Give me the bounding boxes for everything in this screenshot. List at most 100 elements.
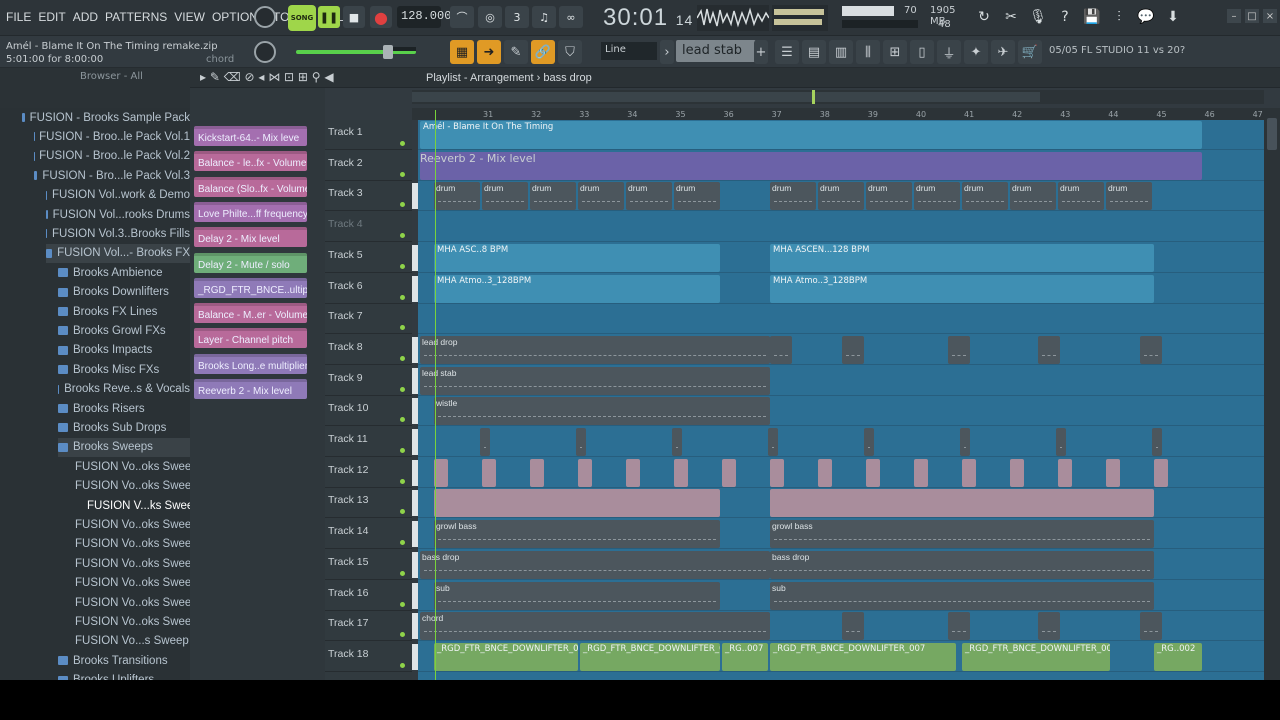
sample-clip[interactable]	[1154, 458, 1168, 487]
track-header[interactable]: Track 12	[325, 458, 418, 488]
track-enable-led[interactable]	[400, 233, 405, 239]
tempo-display[interactable]: 128.000	[397, 6, 451, 28]
playlist-track-lane[interactable]: lead stab	[418, 366, 1264, 396]
pattern-clip[interactable]: bass drop	[770, 550, 1154, 579]
sample-clip[interactable]	[818, 458, 832, 487]
pattern-clip[interactable]: drum	[434, 182, 480, 211]
loop-record-icon[interactable]: ∞	[559, 6, 583, 28]
playlist-track-lane[interactable]	[418, 427, 1264, 457]
clip-source-item[interactable]: Balance - le..fx - Volume	[194, 151, 307, 172]
pattern-clip[interactable]	[1056, 428, 1066, 456]
pattern-clip[interactable]	[948, 612, 970, 641]
plug-icon[interactable]: ⏚	[937, 40, 961, 64]
pattern-clip[interactable]	[1140, 612, 1162, 641]
track-header[interactable]: Track 11	[325, 427, 418, 457]
browser-item[interactable]: FUSION Vo..oks Sweep 8	[70, 593, 190, 612]
metronome-icon[interactable]: ⌒	[450, 6, 474, 28]
playlist-track-lane[interactable]: growl bass growl bass	[418, 519, 1264, 550]
pattern-clip[interactable]	[770, 335, 792, 364]
audio-clip[interactable]: MHA ASCEN...128 BPM	[770, 243, 1154, 272]
add-pattern-icon[interactable]: +	[754, 40, 768, 64]
track-enable-led[interactable]	[400, 662, 405, 668]
track-enable-led[interactable]	[400, 632, 405, 638]
browser-item[interactable]: FUSION Vo..oks Sweep 4	[70, 515, 190, 534]
pattern-clip[interactable]: drum	[482, 182, 528, 211]
clip-source-item[interactable]: Balance (Slo..fx - Volume	[194, 176, 307, 197]
track-header[interactable]: Track 2	[325, 151, 412, 181]
browser-item[interactable]: FUSION Vol...- Brooks FX	[46, 243, 190, 263]
browser-item[interactable]: Brooks Impacts	[58, 341, 190, 360]
typing-keyboard-icon[interactable]: ♫	[532, 6, 556, 28]
playlist-track-lane[interactable]: drum drum drum drum drum drum drum drum drum drum…	[418, 181, 1264, 212]
menu-edit[interactable]: EDIT	[38, 10, 65, 24]
track-header[interactable]: Track 14	[325, 519, 418, 550]
pattern-clip[interactable]	[960, 428, 970, 456]
playlist-track-lane[interactable]: MHA ASC..8 BPM MHA ASCEN...128 BPM	[418, 243, 1264, 273]
sample-clip[interactable]	[1106, 458, 1120, 487]
browser-item[interactable]: FUSION Vol...rooks Drums	[46, 205, 190, 224]
audio-clip[interactable]: _RG..002	[1154, 642, 1202, 671]
sample-clip[interactable]	[674, 458, 688, 487]
playlist-track-lane[interactable]	[418, 212, 1264, 243]
download-icon[interactable]: ⬇	[1162, 6, 1184, 28]
track-header[interactable]: Track 13	[325, 488, 418, 519]
pattern-clip[interactable]	[576, 428, 586, 456]
clip-source-item[interactable]: Layer - Channel pitch	[194, 328, 307, 349]
pattern-clip[interactable]: drum	[1010, 182, 1056, 211]
browser-item[interactable]: FUSION Vo..oks Sweep 6	[70, 554, 190, 573]
pattern-clip[interactable]: wistle	[434, 397, 770, 426]
sample-clip[interactable]	[914, 458, 928, 487]
pattern-clip[interactable]: drum	[1106, 182, 1152, 211]
browser-item[interactable]: FUSION - Broo..le Pack Vol.2	[34, 147, 190, 166]
playlist-track-lane[interactable]: _RGD_FTR_BNCE_DOWNLIFTER_0 _RGD_FTR_BNCE_…	[418, 642, 1264, 672]
tools-icon[interactable]: ✦	[964, 40, 988, 64]
track-header[interactable]: Track 3	[325, 181, 418, 212]
browser-item[interactable]: FUSION Vo...s Sweep 10	[70, 632, 190, 651]
pattern-clip[interactable]: lead drop	[420, 335, 770, 364]
pattern-clip[interactable]	[480, 428, 490, 456]
help-icon[interactable]: ?	[1054, 6, 1076, 28]
output-icon[interactable]: ✈	[991, 40, 1015, 64]
browser-item[interactable]: FUSION - Brooks Sample Pack	[22, 108, 190, 127]
browser-item[interactable]: FUSION Vol.3..Brooks Fills	[46, 224, 190, 243]
pattern-clip[interactable]: sub	[770, 581, 1154, 610]
stop-button[interactable]: ■	[343, 6, 365, 28]
track-enable-led[interactable]	[400, 478, 405, 484]
pattern-clip[interactable]: bass drop	[420, 550, 770, 579]
playhead[interactable]	[435, 110, 436, 680]
playlist-icon[interactable]: ☰	[775, 40, 799, 64]
track-header[interactable]: Track 8	[325, 335, 418, 365]
pattern-clip[interactable]	[1152, 428, 1162, 456]
browser-item[interactable]: Brooks Reve..s & Vocals	[58, 380, 190, 399]
master-pitch-knob[interactable]	[254, 41, 276, 63]
clip-source-item[interactable]: Balance - M..er - Volume	[194, 303, 307, 324]
pattern-clip[interactable]: growl bass	[770, 520, 1154, 549]
browser-item[interactable]: Brooks Risers	[58, 399, 190, 418]
sample-clip[interactable]	[578, 458, 592, 487]
browser-item[interactable]: FUSION - Bro...le Pack Vol.3	[34, 166, 190, 185]
clip-source-item[interactable]: Brooks Long..e multiplier	[194, 353, 307, 374]
browser-item[interactable]: FUSION Vo..oks Sweep 2	[70, 477, 190, 496]
track-enable-led[interactable]	[400, 294, 405, 300]
track-header[interactable]: Track 18	[325, 642, 418, 672]
chat-icon[interactable]: 💬	[1135, 6, 1157, 28]
sample-clip[interactable]	[722, 458, 736, 487]
track-enable-led[interactable]	[400, 325, 405, 331]
browser-item[interactable]: Brooks Misc FXs	[58, 360, 190, 379]
sample-clip[interactable]	[530, 458, 544, 487]
pattern-clip[interactable]	[768, 428, 778, 456]
pattern-selector[interactable]: lead stab	[676, 40, 756, 62]
vertical-scrollbar[interactable]	[1264, 108, 1280, 680]
playlist-track-lane[interactable]: MHA Atmo..3_128BPM MHA Atmo..3_128BPM	[418, 274, 1264, 304]
playlist-track-lane[interactable]: chord	[418, 611, 1264, 642]
browser-item[interactable]: Brooks FX Lines	[58, 302, 190, 321]
browser-item[interactable]: Brooks Sweeps	[58, 437, 190, 457]
slider-handle[interactable]	[383, 45, 393, 59]
audio-clip[interactable]: MHA ASC..8 BPM	[434, 243, 720, 272]
track-enable-led[interactable]	[400, 171, 405, 177]
audio-clip[interactable]: Amél - Blame It On The Timing	[420, 121, 1202, 149]
audio-clip[interactable]: _RGD_FTR_BNCE_DOWNLIFTER_007	[770, 642, 956, 671]
pattern-prev-icon[interactable]: ›	[660, 40, 674, 64]
pattern-clip[interactable]: lead stab	[420, 366, 770, 395]
playlist-track-lane[interactable]: Amél - Blame It On The Timing	[418, 120, 1264, 150]
